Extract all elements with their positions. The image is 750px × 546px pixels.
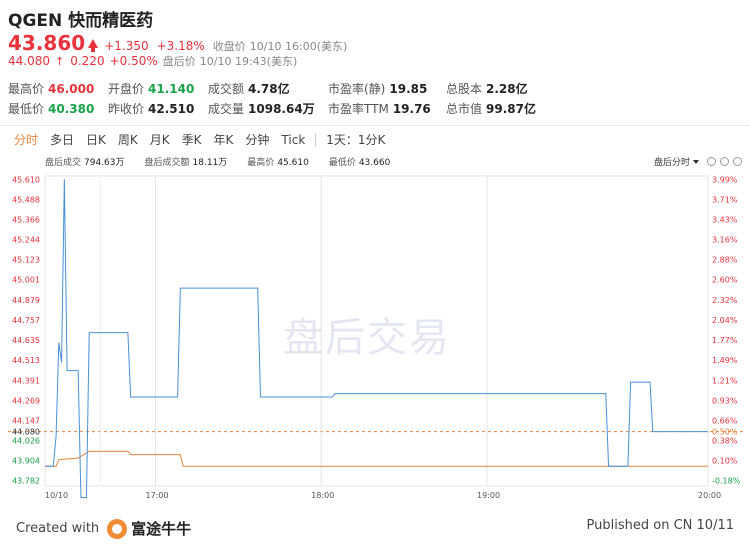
tab-period-selector[interactable]: 1天：1分K — [320, 131, 391, 149]
chevron-down-icon[interactable] — [693, 159, 699, 164]
post-up-arrow-icon: ↑ — [55, 55, 65, 68]
stat-open: 开盘价 41.140 — [108, 82, 195, 96]
y-tick-label: 43.904 — [12, 457, 40, 466]
price-change-pct: +3.18% — [156, 39, 205, 53]
tab-tick[interactable]: Tick — [275, 131, 311, 149]
y-tick-label: 44.879 — [12, 296, 40, 305]
y-tick-label: 44.635 — [12, 336, 40, 345]
pct-tick-label: 2.88% — [712, 256, 738, 265]
tab-daily-k[interactable]: 日K — [80, 131, 112, 149]
price-row: 43.860 +1.350 +3.18% 收盘价 10/10 16:00(美东) — [8, 31, 351, 55]
stock-title: QGEN 快而精医药 — [8, 6, 153, 31]
tab-minute[interactable]: 分钟 — [239, 131, 275, 149]
up-arrow-icon — [88, 39, 99, 52]
pct-tick-label: 0.38% — [712, 436, 738, 445]
pct-tick-label: 3.16% — [712, 236, 738, 245]
post-time: 10/10 19:43(美东) — [199, 55, 298, 68]
y-tick-label: 45.610 — [12, 175, 40, 184]
stat-prev-close: 昨收价 42.510 — [108, 102, 195, 116]
post-market-row: 44.080 ↑ 0.220 +0.50% 盘后价 10/10 19:43(美东… — [8, 53, 301, 69]
tab-weekly-k[interactable]: 周K — [112, 131, 144, 149]
y-tick-label: 44.026 — [12, 436, 40, 445]
stat-pe-static: 市盈率(静) 19.85 — [328, 82, 428, 96]
y-tick-label: 44.391 — [12, 376, 40, 385]
post-amount: 盘后成交额 18.11万 — [144, 158, 228, 168]
pct-tick-label: -0.18% — [712, 477, 741, 486]
y-tick-label: 45.244 — [12, 236, 40, 245]
post-label: 盘后价 — [162, 55, 196, 68]
stat-high: 最高价 46.000 — [8, 82, 95, 96]
watermark: 盘后交易 — [283, 315, 451, 361]
tab-monthly-k[interactable]: 月K — [144, 131, 176, 149]
x-tick-label: 18:00 — [311, 491, 334, 500]
post-volume: 盘后成交 794.63万 — [45, 158, 125, 168]
created-with: Created with 富途牛牛 — [16, 518, 192, 539]
y-tick-label: 44.147 — [12, 417, 40, 426]
close-label: 收盘价 — [212, 40, 246, 53]
stat-mktcap: 总市值 99.87亿 — [446, 102, 536, 116]
pct-tick-label: 3.99% — [712, 175, 738, 184]
y-tick-label: 45.123 — [12, 256, 40, 265]
pct-tick-label: 2.32% — [712, 296, 738, 305]
percent-axis: 3.99% 3.71% 3.43% 3.16% 2.88% 2.60% 2.32% 2.04%… — [712, 175, 741, 485]
y-tick-label: 44.513 — [12, 356, 40, 365]
pct-tick-label: 1.49% — [712, 356, 738, 365]
ticker: QGEN — [8, 11, 63, 31]
futu-logo-icon — [107, 518, 128, 539]
price-change: +1.350 — [104, 39, 149, 53]
stat-low: 最低价 40.380 — [8, 102, 95, 116]
tab-multi-day[interactable]: 多日 — [44, 131, 80, 149]
y-tick-label: 45.488 — [12, 195, 40, 204]
zoom-in-icon[interactable] — [733, 157, 742, 166]
close-time: 10/10 16:00(美东) — [249, 40, 348, 53]
stat-shares: 总股本 2.28亿 — [446, 82, 528, 96]
y-tick-label: 45.001 — [12, 276, 40, 285]
footer: Created with 富途牛牛 Published on CN 10/11 — [0, 513, 750, 546]
tab-quarterly-k[interactable]: 季K — [176, 131, 208, 149]
tab-yearly-k[interactable]: 年K — [208, 131, 240, 149]
price-axis: 45.610 45.488 45.366 45.244 45.123 45.001 44.8… — [12, 175, 40, 485]
x-tick-label: 19:00 — [477, 491, 500, 500]
stat-pe-ttm: 市盈率TTM 19.76 — [328, 102, 431, 116]
stat-amount: 成交额 4.78亿 — [208, 82, 290, 96]
stat-volume: 成交量 1098.64万 — [208, 102, 315, 116]
pct-tick-label: 0.93% — [712, 396, 738, 405]
pct-tick-label: 3.71% — [712, 195, 738, 204]
pct-tick-label: 0.66% — [712, 417, 738, 426]
mode-select[interactable]: 盘后分时 — [654, 155, 690, 168]
x-tick-label: 10/10 — [45, 491, 68, 500]
chart-controls: 盘后分时 — [654, 155, 742, 168]
chart-high: 最高价 45.610 — [247, 158, 309, 168]
y-tick-label: 45.366 — [12, 216, 40, 225]
stock-name: 快而精医药 — [68, 11, 154, 31]
x-tick-label: 17:00 — [146, 491, 169, 500]
post-price: 44.080 — [8, 54, 50, 68]
ref-price-label: 44.080 — [12, 428, 40, 437]
x-tick-label: 20:00 — [698, 491, 721, 500]
zoom-out-icon[interactable] — [720, 157, 729, 166]
reset-icon[interactable] — [707, 157, 716, 166]
chart-info: 盘后成交 794.63万 盘后成交额 18.11万 最高价 45.610 最低价 43.… — [45, 155, 410, 168]
y-tick-label: 43.782 — [12, 477, 40, 486]
pct-tick-label: 2.60% — [712, 276, 738, 285]
tab-intraday[interactable]: 分时 — [8, 131, 44, 149]
pct-tick-label: 3.43% — [712, 216, 738, 225]
brand-name: 富途牛牛 — [131, 520, 192, 538]
published-date: Published on CN 10/11 — [586, 518, 734, 533]
pct-tick-label: 1.77% — [712, 336, 738, 345]
time-axis: 10/10 17:00 18:00 19:00 20:00 — [45, 491, 721, 500]
y-tick-label: 44.269 — [12, 396, 40, 405]
y-tick-label: 44.757 — [12, 316, 40, 325]
last-price: 43.860 — [8, 31, 86, 55]
pct-tick-label: 2.04% — [712, 316, 738, 325]
chart-low: 最低价 43.660 — [328, 158, 391, 168]
tab-divider — [315, 133, 317, 147]
divider — [0, 125, 750, 126]
post-change: 0.220 — [70, 54, 105, 68]
chart-tabs: 分时 多日 日K 周K 月K 季K 年K 分钟 Tick 1天：1分K — [8, 131, 391, 149]
post-change-pct: +0.50% — [109, 54, 158, 68]
pct-tick-label: 0.10% — [712, 457, 738, 466]
pct-tick-label: 1.21% — [712, 376, 738, 385]
ref-pct-label: 0.50% — [712, 428, 738, 437]
